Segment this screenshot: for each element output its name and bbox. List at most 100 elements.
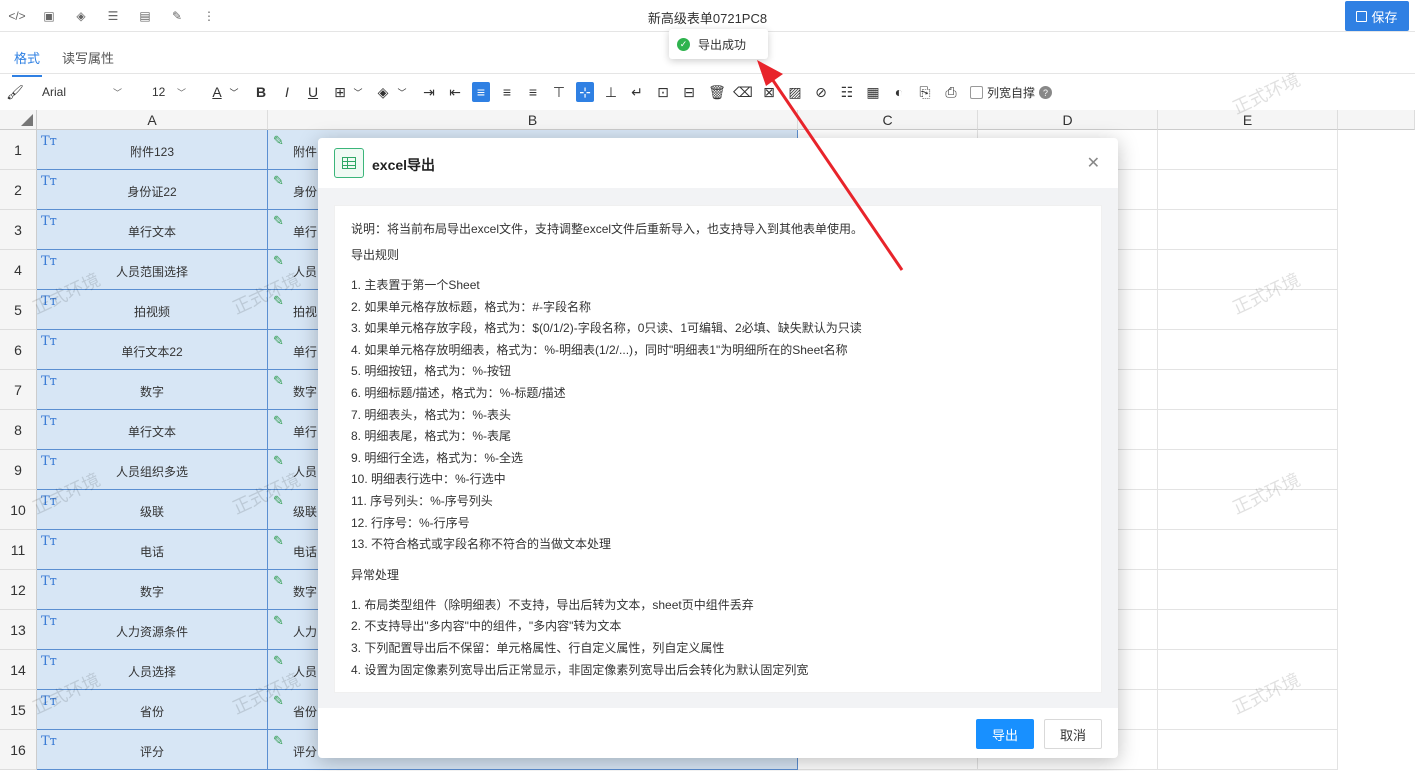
- export-button[interactable]: 导出: [976, 719, 1034, 749]
- cell-title[interactable]: Tт 人力资源条件: [37, 610, 268, 650]
- format-painter-icon[interactable]: 🖌: [6, 82, 24, 102]
- cell-title[interactable]: Tт 拍视频: [37, 290, 268, 330]
- column-width-checkbox[interactable]: [970, 86, 983, 99]
- import-icon[interactable]: ⎘: [916, 82, 934, 102]
- row-header[interactable]: 3: [0, 210, 37, 250]
- cell-title[interactable]: Tт 单行文本: [37, 210, 268, 250]
- row-header[interactable]: 2: [0, 170, 37, 210]
- align-middle-icon[interactable]: ⊹: [576, 82, 594, 102]
- exception-rule-item: 3. 下列配置导出后不保留：单元格属性、行自定义属性，列自定义属性: [351, 640, 725, 655]
- empty-cell[interactable]: [1158, 130, 1338, 170]
- column-header[interactable]: B: [268, 110, 798, 130]
- empty-cell[interactable]: [1158, 290, 1338, 330]
- row-header[interactable]: 13: [0, 610, 37, 650]
- empty-cell[interactable]: [1158, 690, 1338, 730]
- cell-title[interactable]: Tт 数字: [37, 570, 268, 610]
- chevron-down-icon[interactable]: ﹀: [228, 82, 240, 102]
- table-icon[interactable]: ▦: [864, 82, 882, 102]
- row-header[interactable]: 4: [0, 250, 37, 290]
- empty-cell[interactable]: [1158, 650, 1338, 690]
- empty-cell[interactable]: [1158, 730, 1338, 770]
- cell-title[interactable]: Tт 人员选择: [37, 650, 268, 690]
- align-right-icon[interactable]: ≡: [524, 82, 542, 102]
- help-icon[interactable]: ?: [1039, 86, 1053, 99]
- bold-icon[interactable]: B: [252, 82, 270, 102]
- eraser-icon[interactable]: ⌫: [733, 82, 753, 102]
- empty-cell[interactable]: [1158, 370, 1338, 410]
- close-icon[interactable]: ✕: [1087, 153, 1100, 173]
- empty-cell[interactable]: [1158, 410, 1338, 450]
- underline-icon[interactable]: U: [304, 82, 322, 102]
- row-header[interactable]: 7: [0, 370, 37, 410]
- empty-cell[interactable]: [1158, 250, 1338, 290]
- cancel-button[interactable]: 取消: [1044, 719, 1102, 749]
- empty-cell[interactable]: [1158, 450, 1338, 490]
- cell-title[interactable]: Tт 级联: [37, 490, 268, 530]
- cell-title[interactable]: Tт 省份: [37, 690, 268, 730]
- align-left-icon[interactable]: ≡: [472, 82, 490, 102]
- cell-title[interactable]: Tт 数字: [37, 370, 268, 410]
- image-icon[interactable]: ▨: [786, 82, 804, 102]
- edit-field-icon: ✎: [273, 493, 284, 508]
- fill-color-icon[interactable]: ◈: [374, 82, 392, 102]
- save-button[interactable]: 保存: [1345, 1, 1409, 31]
- row-header[interactable]: 6: [0, 330, 37, 370]
- row-header[interactable]: 5: [0, 290, 37, 330]
- align-center-icon[interactable]: ≡: [498, 82, 516, 102]
- empty-cell[interactable]: [1158, 530, 1338, 570]
- empty-cell[interactable]: [1158, 490, 1338, 530]
- chevron-down-icon[interactable]: ﹀: [396, 82, 408, 102]
- row-header[interactable]: 14: [0, 650, 37, 690]
- cell-title[interactable]: Tт 人员范围选择: [37, 250, 268, 290]
- cell-title[interactable]: Tт 电话: [37, 530, 268, 570]
- cell-title[interactable]: Tт 附件123: [37, 130, 268, 170]
- italic-icon[interactable]: I: [278, 82, 296, 102]
- font-family-select[interactable]: Arial ﹀: [36, 83, 128, 101]
- empty-cell[interactable]: [1158, 610, 1338, 650]
- cell-title[interactable]: Tт 身份证22: [37, 170, 268, 210]
- cell-title[interactable]: Tт 人员组织多选: [37, 450, 268, 490]
- row-header[interactable]: 9: [0, 450, 37, 490]
- cell-title[interactable]: Tт 评分: [37, 730, 268, 770]
- font-size-select[interactable]: 12 ﹀: [146, 83, 192, 101]
- merge-cells-icon[interactable]: ⊡: [654, 82, 672, 102]
- select-all-corner[interactable]: [0, 110, 37, 130]
- empty-cell[interactable]: [1158, 330, 1338, 370]
- row-header[interactable]: 8: [0, 410, 37, 450]
- row-header[interactable]: 11: [0, 530, 37, 570]
- row-header[interactable]: 10: [0, 490, 37, 530]
- font-color-icon[interactable]: A: [208, 82, 226, 102]
- delete-icon[interactable]: 🗑: [708, 82, 726, 102]
- row-header[interactable]: 12: [0, 570, 37, 610]
- column-width-toggle[interactable]: 列宽自撑 ?: [970, 84, 1053, 101]
- row-header[interactable]: 1: [0, 130, 37, 170]
- border-icon[interactable]: ⊞: [331, 82, 349, 102]
- align-top-icon[interactable]: ⊤: [550, 82, 568, 102]
- wrap-text-icon[interactable]: ↵: [628, 82, 646, 102]
- chevron-down-icon[interactable]: ﹀: [352, 82, 364, 102]
- align-bottom-icon[interactable]: ⊥: [602, 82, 620, 102]
- export-icon[interactable]: ⎙: [942, 82, 960, 102]
- row-header[interactable]: 15: [0, 690, 37, 730]
- indent-icon[interactable]: ⇥: [420, 82, 438, 102]
- cell-title[interactable]: Tт 单行文本22: [37, 330, 268, 370]
- empty-cell[interactable]: [1158, 170, 1338, 210]
- row-header[interactable]: 16: [0, 730, 37, 770]
- column-header[interactable]: E: [1158, 110, 1338, 130]
- split-cells-icon[interactable]: ⊟: [680, 82, 698, 102]
- tab-format[interactable]: 格式: [11, 48, 43, 77]
- outdent-icon[interactable]: ⇤: [446, 82, 464, 102]
- tab-readwrite[interactable]: 读写属性: [62, 48, 114, 67]
- column-header[interactable]: D: [978, 110, 1158, 130]
- lock-icon[interactable]: ⊠: [760, 82, 778, 102]
- column-header[interactable]: C: [798, 110, 978, 130]
- empty-cell[interactable]: [1158, 210, 1338, 250]
- column-header[interactable]: A: [37, 110, 268, 130]
- palette-icon[interactable]: ◐: [890, 82, 908, 102]
- empty-cell[interactable]: [1158, 570, 1338, 610]
- clear-format-icon[interactable]: ⊘: [812, 82, 830, 102]
- list-icon[interactable]: ☷: [838, 82, 856, 102]
- cell-title[interactable]: Tт 单行文本: [37, 410, 268, 450]
- cell-field-text: 电话: [293, 545, 318, 559]
- success-check-icon: ✓: [677, 37, 690, 51]
